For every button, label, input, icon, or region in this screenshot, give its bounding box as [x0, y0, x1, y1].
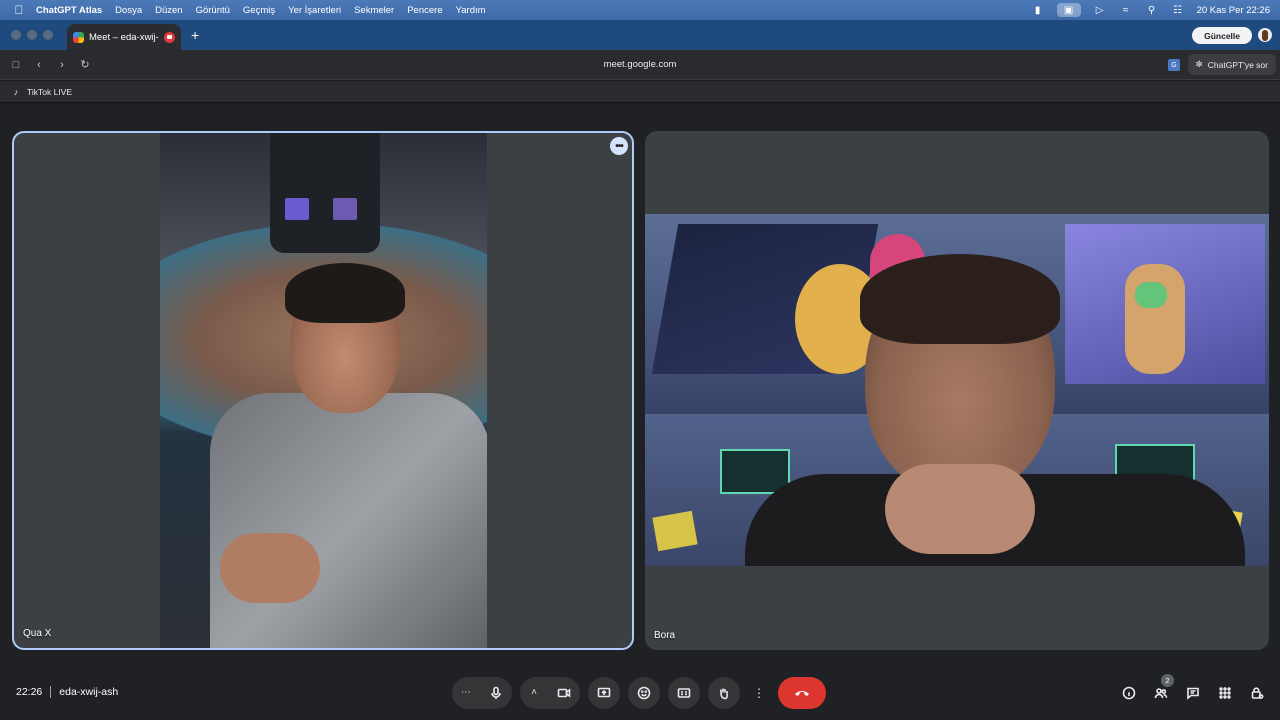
meeting-details-button[interactable]: [1120, 684, 1138, 702]
chatgpt-icon: ✼: [1195, 59, 1203, 69]
bookmark-tiktok-live[interactable]: ♪ TikTok LIVE: [11, 87, 72, 97]
present-screen-button[interactable]: [588, 676, 620, 709]
menu-sekmeler[interactable]: Sekmeler: [354, 5, 394, 16]
apps-grid-icon: [1219, 687, 1231, 699]
wifi-icon[interactable]: ≈: [1119, 3, 1133, 17]
participant-video: [160, 133, 487, 648]
meet-stage: ••• Qua X Bora 22:26 eda-xwij-ash ⋯ ˄ ⋮ …: [0, 104, 1280, 720]
microphone-group: ⋯: [452, 676, 512, 709]
control-center-icon[interactable]: ☷: [1171, 3, 1185, 17]
audio-options-icon[interactable]: ⋯: [452, 677, 480, 709]
camera-icon: [557, 688, 571, 697]
battery-icon[interactable]: ▮: [1031, 3, 1045, 17]
menu-yer-isaretleri[interactable]: Yer İşaretleri: [288, 5, 341, 16]
menu-yardim[interactable]: Yardım: [456, 5, 486, 16]
play-icon[interactable]: ▷: [1093, 3, 1107, 17]
participant-video: [645, 214, 1269, 566]
menu-pencere[interactable]: Pencere: [407, 5, 442, 16]
microphone-icon: [491, 686, 501, 699]
camera-group: ˄: [520, 676, 580, 709]
close-window-button[interactable]: [11, 30, 21, 40]
participant-name: Bora: [654, 630, 676, 641]
people-button[interactable]: 2: [1152, 674, 1174, 702]
tab-title: Meet – eda-xwij-ash: [89, 31, 159, 43]
address-bar[interactable]: meet.google.com: [500, 59, 780, 70]
people-icon: [1154, 688, 1168, 699]
raise-hand-icon: [720, 688, 728, 699]
minimize-window-button[interactable]: [27, 30, 37, 40]
chat-icon: [1187, 687, 1199, 700]
zoom-window-button[interactable]: [43, 30, 53, 40]
chat-button[interactable]: [1184, 684, 1202, 702]
search-icon[interactable]: ⚲: [1145, 3, 1159, 17]
screen-share-icon[interactable]: ▣: [1056, 3, 1081, 17]
forward-icon[interactable]: ›: [55, 58, 69, 72]
meet-control-bar: 22:26 eda-xwij-ash ⋯ ˄ ⋮ 2: [0, 672, 1280, 716]
google-meet-icon: [73, 31, 84, 43]
menu-duzen[interactable]: Düzen: [155, 5, 182, 16]
reactions-button[interactable]: [628, 676, 660, 709]
new-tab-button[interactable]: +: [191, 27, 199, 43]
captions-button[interactable]: [668, 676, 700, 709]
ask-chatgpt-button[interactable]: ✼ ChatGPT'ye sor: [1187, 54, 1276, 75]
browser-tab-bar: Meet – eda-xwij-ash + Güncelle: [0, 20, 1280, 50]
call-controls: ⋯ ˄ ⋮: [452, 676, 826, 709]
menu-goruntu[interactable]: Görüntü: [196, 5, 230, 16]
end-call-button[interactable]: [778, 676, 826, 709]
participant-name: Qua X: [23, 628, 52, 639]
tab-meet[interactable]: Meet – eda-xwij-ash: [67, 24, 181, 50]
tiktok-icon: ♪: [13, 86, 19, 97]
bookmarks-bar: ♪ TikTok LIVE: [0, 81, 1280, 103]
meeting-time: 22:26: [16, 686, 43, 698]
camera-button[interactable]: [548, 677, 580, 709]
meeting-code: eda-xwij-ash: [59, 686, 119, 698]
more-options-icon[interactable]: •••: [610, 137, 628, 155]
lock-person-icon: [1251, 687, 1264, 699]
info-icon: [1122, 686, 1136, 700]
emoji-icon: [637, 686, 651, 699]
participant-count-badge: 2: [1161, 674, 1174, 687]
meeting-side-controls: 2: [1120, 674, 1266, 706]
meeting-info: 22:26 eda-xwij-ash: [16, 686, 118, 698]
participant-tile-bora[interactable]: Bora: [645, 131, 1269, 650]
divider: [50, 686, 52, 698]
menu-dosya[interactable]: Dosya: [115, 5, 142, 16]
captions-icon: [677, 687, 691, 698]
video-options-icon[interactable]: ˄: [520, 677, 548, 709]
menu-gecmis[interactable]: Geçmiş: [243, 5, 275, 16]
macos-menubar:  ChatGPT Atlas Dosya Düzen Görüntü Geçm…: [0, 0, 1280, 20]
menubar-clock[interactable]: 20 Kas Per 22:26: [1197, 5, 1270, 16]
window-controls: [11, 30, 53, 40]
host-controls-button[interactable]: [1248, 684, 1266, 702]
translate-icon[interactable]: G: [1168, 59, 1180, 71]
sidebar-toggle-icon[interactable]: □: [9, 58, 23, 72]
raise-hand-button[interactable]: [708, 676, 740, 709]
activities-button[interactable]: [1216, 684, 1234, 702]
ask-chatgpt-label: ChatGPT'ye sor: [1207, 59, 1268, 70]
recording-indicator-icon: [164, 31, 175, 43]
update-button[interactable]: Güncelle: [1192, 27, 1252, 44]
back-icon[interactable]: ‹: [32, 58, 46, 72]
browser-toolbar: □ ‹ › ↻ meet.google.com G ✼ ChatGPT'ye s…: [0, 50, 1280, 80]
bookmark-label: TikTok LIVE: [27, 86, 73, 97]
participant-tile-qua-x[interactable]: ••• Qua X: [12, 131, 634, 650]
present-screen-icon: [597, 687, 611, 697]
hang-up-icon: [795, 690, 809, 696]
microphone-button[interactable]: [480, 677, 512, 709]
reload-icon[interactable]: ↻: [78, 58, 92, 72]
menu-app-name[interactable]: ChatGPT Atlas: [36, 5, 102, 16]
apple-icon[interactable]: : [12, 3, 26, 17]
profile-avatar[interactable]: [1258, 28, 1272, 42]
more-options-button[interactable]: ⋮: [748, 677, 770, 709]
